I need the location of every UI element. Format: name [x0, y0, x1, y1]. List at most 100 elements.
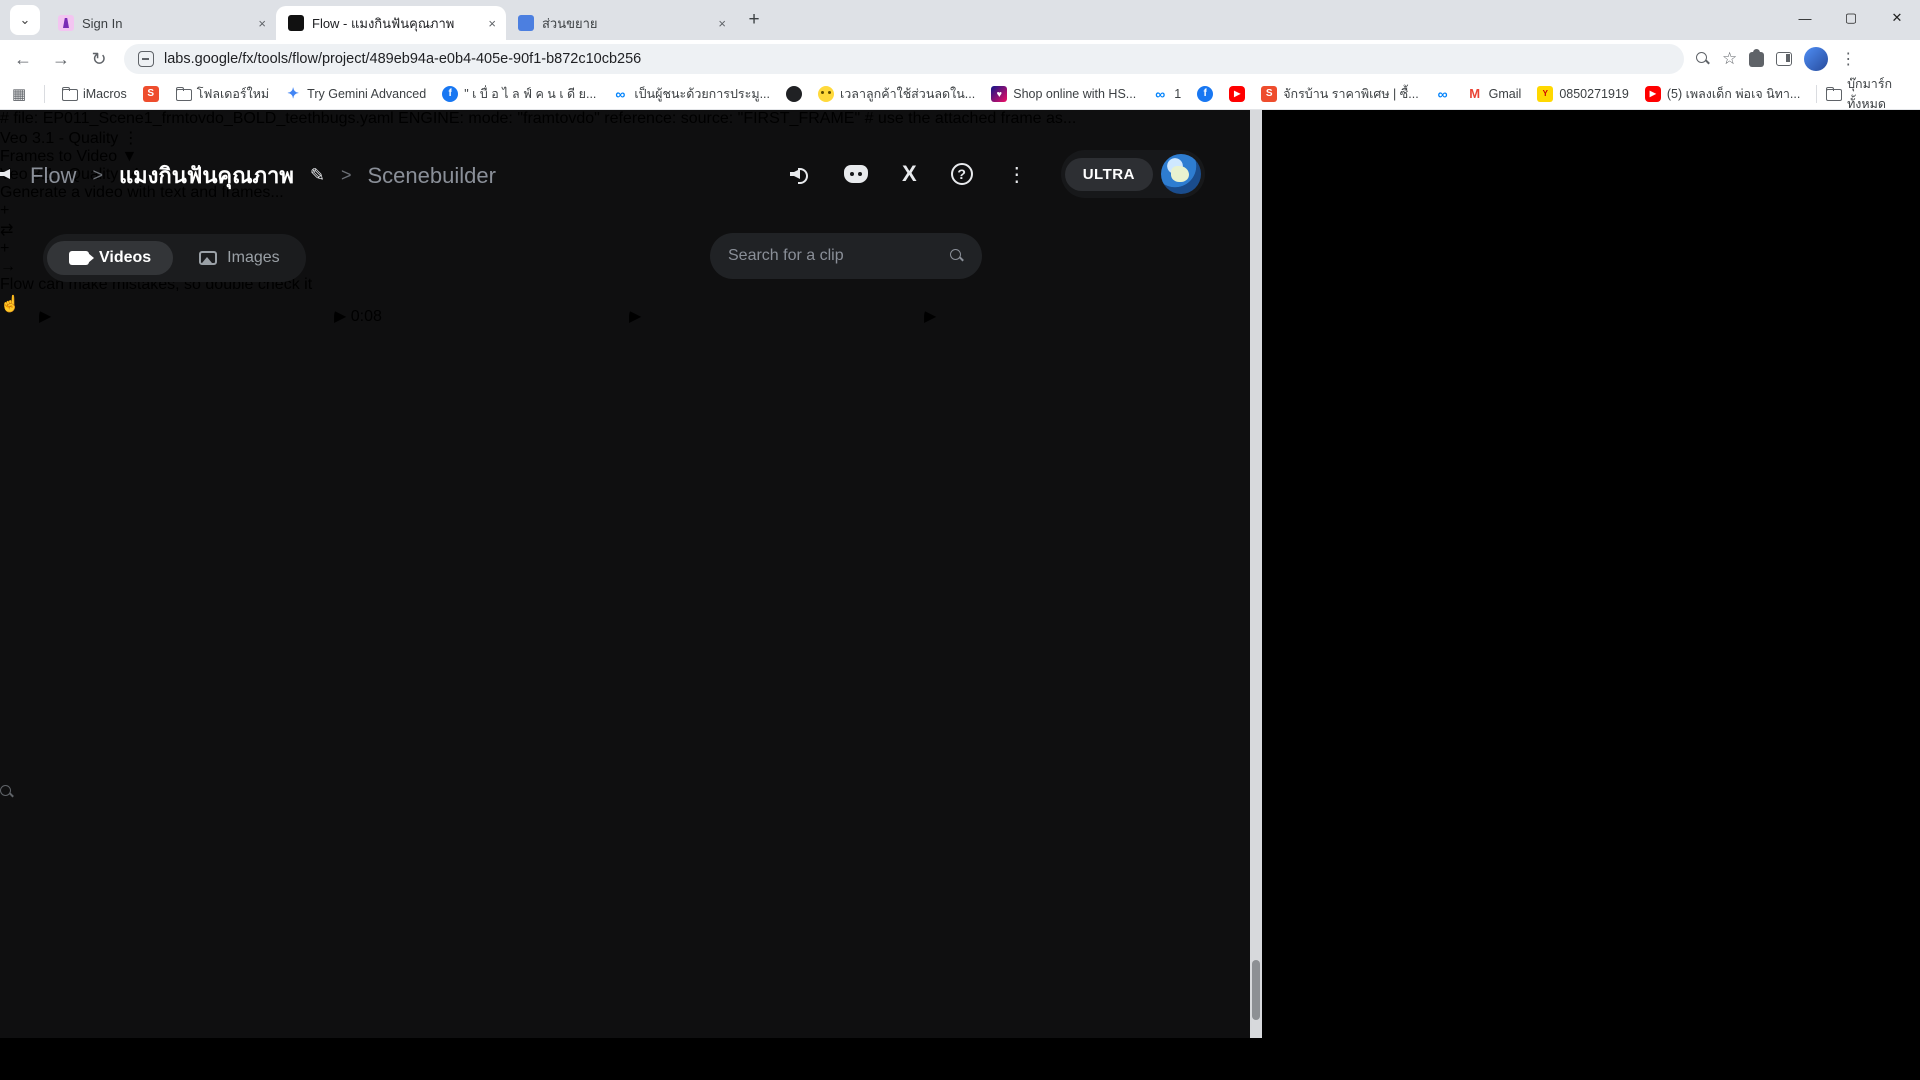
edit-title-icon[interactable]: ✎	[310, 165, 325, 186]
flask-favicon-icon	[58, 15, 74, 31]
toolbar-actions: ☆ ⋮	[1696, 47, 1856, 71]
sound-icon[interactable]	[790, 166, 810, 182]
bookmark-item[interactable]: f" เ บื่ อ ไ ล ฟ์ ค น เ ดี ย...	[434, 84, 604, 104]
search-icon	[950, 249, 964, 263]
yellow-site-icon: Y	[1537, 86, 1553, 102]
discord-icon[interactable]	[844, 165, 868, 183]
play-icon[interactable]: ▶	[924, 308, 936, 325]
help-icon[interactable]: ?	[951, 163, 973, 185]
breadcrumb: Flow > แมงกินฟันคุณภาพ ✎ > Scenebuilder	[30, 158, 496, 193]
play-icon[interactable]: ▶	[629, 308, 641, 325]
play-icon[interactable]: ▶	[334, 308, 346, 325]
scrollbar-thumb[interactable]	[1252, 960, 1260, 1020]
new-tab-button[interactable]: +	[740, 6, 768, 34]
tab-images[interactable]: Images	[177, 241, 301, 275]
folder-icon	[61, 86, 77, 102]
video-thumbnail-1[interactable]: ▶	[39, 306, 326, 582]
bookmark-item[interactable]: Sจักรบ้าน ราคาพิเศษ | ซื้...	[1253, 84, 1426, 104]
browser-menu-icon[interactable]: ⋮	[1840, 49, 1856, 69]
breadcrumb-root[interactable]: Flow	[30, 163, 76, 189]
back-button[interactable]: ←	[8, 44, 38, 74]
bookmark-star-icon[interactable]: ☆	[1722, 49, 1737, 69]
clip-meta-actions: Veo 3.1 - Quality ⋮	[0, 128, 1262, 148]
clip-search-placeholder: Search for a clip	[728, 247, 844, 265]
flow-page: Flow > แมงกินฟันคุณภาพ ✎ > Scenebuilder …	[0, 110, 1262, 1038]
clip-metadata-text[interactable]: # file: EP011_Scene1_frmtovdo_BOLD_teeth…	[0, 110, 1262, 128]
gmail-icon: M	[1467, 86, 1483, 102]
breadcrumb-section[interactable]: Scenebuilder	[367, 163, 495, 189]
add-first-frame-button[interactable]: +	[0, 202, 1262, 220]
video-thumbnail-2[interactable]: ▶ 0:08	[334, 306, 621, 582]
close-button[interactable]: ✕	[1874, 0, 1920, 36]
tab-close-icon[interactable]: ×	[718, 16, 726, 31]
more-menu-icon[interactable]: ⋮	[1007, 162, 1027, 187]
bookmark-item[interactable]	[778, 86, 810, 102]
tab-search-button[interactable]: ⌄	[10, 5, 40, 35]
side-panel-icon[interactable]	[1776, 52, 1792, 66]
bookmark-item[interactable]: ♥Shop online with HS...	[983, 86, 1144, 102]
swap-frames-icon[interactable]: ⇄	[0, 222, 13, 239]
bookmark-item[interactable]: ✦Try Gemini Advanced	[277, 86, 434, 102]
bookmark-item[interactable]: โฟลเดอร์ใหม่	[167, 84, 277, 104]
x-social-icon[interactable]: X	[902, 161, 917, 187]
bookmark-item[interactable]: iMacros	[53, 86, 135, 102]
clip-search-input[interactable]: Search for a clip	[710, 233, 982, 279]
extensions-icon[interactable]	[1749, 52, 1764, 67]
profile-avatar[interactable]	[1804, 47, 1828, 71]
gemini-icon: ✦	[285, 86, 301, 102]
forward-button[interactable]: →	[46, 44, 76, 74]
browser-window-controls: — ▢ ✕	[1782, 0, 1920, 36]
lazada-icon: ♥	[991, 86, 1007, 102]
shopee-icon: S	[1261, 86, 1277, 102]
laughing-emoji-icon	[818, 86, 834, 102]
image-icon	[199, 251, 217, 265]
tab-flow-active[interactable]: Flow - แมงกินฟันคุณภาพ ×	[276, 6, 506, 40]
tab-videos[interactable]: Videos	[47, 241, 173, 275]
shopee-icon: S	[143, 86, 159, 102]
bookmarks-bar: ▦ iMacros S โฟลเดอร์ใหม่ ✦Try Gemini Adv…	[0, 78, 1920, 110]
facebook-icon: f	[442, 86, 458, 102]
bookmark-item[interactable]: ▶	[1221, 86, 1253, 102]
browser-toolbar: ← → ↻ labs.google/fx/tools/flow/project/…	[0, 40, 1920, 78]
bookmark-item[interactable]: MGmail	[1459, 86, 1530, 102]
reload-button[interactable]: ↻	[84, 44, 114, 74]
media-type-tabs: Videos Images	[43, 234, 306, 282]
bookmark-item[interactable]: ∞1	[1144, 86, 1189, 102]
bookmark-item[interactable]: S	[135, 86, 167, 102]
folder-icon	[1825, 86, 1841, 102]
site-settings-icon[interactable]	[138, 51, 154, 67]
video-timecode: 0:08	[351, 308, 382, 325]
user-avatar[interactable]	[1161, 154, 1201, 194]
video-thumbnail-3[interactable]: ▶	[629, 306, 916, 582]
bookmark-item[interactable]: ∞เป็นผู้ชนะด้วยการประมู...	[604, 84, 778, 104]
tab-extensions[interactable]: ส่วนขยาย ×	[506, 6, 736, 40]
flow-header-actions: X ? ⋮ ULTRA	[790, 150, 1250, 198]
maximize-button[interactable]: ▢	[1828, 0, 1874, 36]
address-bar[interactable]: labs.google/fx/tools/flow/project/489eb9…	[124, 44, 1684, 74]
video-thumbnail-4[interactable]: ▶	[924, 306, 1211, 582]
bookmark-item[interactable]: f	[1189, 86, 1221, 102]
youtube-icon: ▶	[1645, 86, 1661, 102]
video-camera-icon	[69, 251, 89, 265]
tab-label: ส่วนขยาย	[542, 13, 710, 34]
tab-label: Flow - แมงกินฟันคุณภาพ	[312, 13, 480, 34]
bookmark-item[interactable]: ▶(5) เพลงเด็ก พ่อเจ นิทา...	[1637, 84, 1809, 104]
youtube-icon: ▶	[1229, 86, 1245, 102]
bookmark-item[interactable]: เวลาลูกค้าใช้ส่วนลดใน...	[810, 84, 983, 104]
apps-grid-icon[interactable]: ▦	[12, 86, 26, 102]
browser-tab-strip: ⌄ Sign In × Flow - แมงกินฟันคุณภาพ × ส่ว…	[0, 0, 1920, 40]
tab-sign-in[interactable]: Sign In ×	[46, 6, 276, 40]
bookmark-item[interactable]: ∞	[1427, 86, 1459, 102]
all-bookmarks[interactable]: บุ๊กมาร์กทั้งหมด	[1808, 74, 1920, 114]
page-scrollbar[interactable]	[1250, 110, 1262, 1038]
clip-menu-icon[interactable]: ⋮	[123, 130, 139, 147]
minimize-button[interactable]: —	[1782, 0, 1828, 36]
search-icon[interactable]	[1696, 52, 1710, 66]
bookmark-item[interactable]: Y0850271919	[1529, 86, 1637, 102]
play-icon[interactable]: ▶	[39, 308, 51, 325]
account-chip[interactable]: ULTRA	[1061, 150, 1205, 198]
tab-close-icon[interactable]: ×	[488, 16, 496, 31]
ultra-badge: ULTRA	[1065, 158, 1153, 191]
tab-close-icon[interactable]: ×	[258, 16, 266, 31]
project-title: แมงกินฟันคุณภาพ	[119, 158, 294, 193]
